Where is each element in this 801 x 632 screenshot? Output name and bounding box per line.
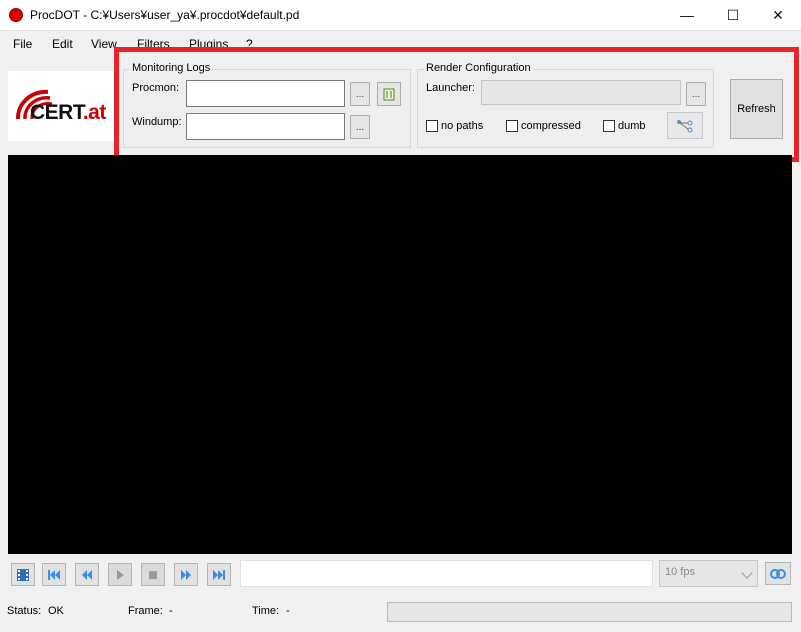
rewind-icon [82,569,92,580]
stop-button[interactable] [141,563,165,586]
procdot-app-icon [9,8,23,22]
maximize-button[interactable]: ☐ [710,0,756,30]
chevron-down-icon [741,567,753,579]
close-button[interactable]: ✕ [755,0,801,30]
cert-logo: CERT.at [8,71,118,141]
cert-logo-name: CERT [30,101,83,124]
cert-logo-text: CERT.at [30,101,106,125]
fast-forward-icon [181,569,191,580]
graph-canvas[interactable] [8,155,792,554]
play-button[interactable] [108,563,132,586]
fast-forward-button[interactable] [174,563,198,586]
menu-edit[interactable]: Edit [52,37,73,51]
skip-last-button[interactable] [207,563,231,586]
highlight-box [114,47,799,162]
menu-view[interactable]: View [91,37,117,51]
skip-first-button[interactable] [42,563,66,586]
time-label: Time: [252,605,280,617]
status-value: OK [48,605,64,617]
loop-icon [770,568,786,579]
skip-first-icon [48,569,60,580]
frame-label: Frame: [128,605,163,617]
fps-value: 10 fps [665,566,695,578]
menu-file[interactable]: File [13,37,32,51]
cert-logo-domain: .at [82,101,107,124]
skip-last-icon [213,569,225,580]
fps-select[interactable]: 10 fps [659,560,758,587]
status-label: Status: [7,605,42,617]
rewind-button[interactable] [75,563,99,586]
progress-bar [387,602,792,622]
window-title: ProcDOT - C:¥Users¥user_ya¥.procdot¥defa… [30,8,300,22]
play-icon [117,569,124,580]
frame-slider[interactable] [240,560,653,587]
film-button[interactable] [11,563,35,586]
title-bar: ProcDOT - C:¥Users¥user_ya¥.procdot¥defa… [0,0,801,31]
frame-value: - [169,605,173,617]
loop-button[interactable] [765,562,791,585]
time-value: - [286,605,290,617]
minimize-button[interactable]: — [664,0,710,30]
film-icon [17,568,29,581]
stop-icon [149,570,157,579]
